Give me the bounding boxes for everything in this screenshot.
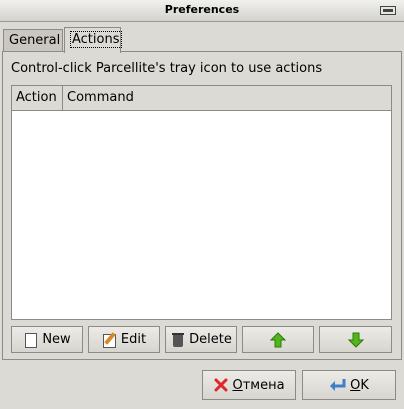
edit-icon	[102, 332, 118, 348]
red-x-icon	[214, 378, 228, 392]
delete-button-label: Delete	[189, 332, 232, 347]
actions-hint: Control-click Parcellite's tray icon to …	[11, 61, 323, 76]
up-arrow-icon	[270, 331, 286, 347]
delete-button[interactable]: Delete	[165, 326, 237, 353]
cancel-button[interactable]: Отмена	[202, 370, 296, 400]
move-up-button[interactable]	[242, 326, 314, 353]
cancel-button-label: Отмена	[232, 377, 285, 393]
edit-button-label: Edit	[120, 332, 147, 347]
column-header-action[interactable]: Action	[12, 86, 63, 110]
window-title: Preferences	[164, 3, 240, 16]
new-page-icon	[23, 332, 39, 348]
return-arrow-icon	[330, 379, 346, 391]
ok-button-label: OK	[350, 377, 369, 393]
tab-actions[interactable]: Actions	[64, 27, 122, 53]
tab-actions-label: Actions	[70, 31, 122, 48]
tab-general-label: General	[9, 33, 61, 48]
new-button-label: New	[42, 332, 71, 347]
ok-button[interactable]: OK	[302, 370, 396, 400]
move-down-button[interactable]	[319, 326, 392, 353]
trash-icon	[170, 332, 186, 348]
new-button[interactable]: New	[11, 326, 83, 353]
edit-button[interactable]: Edit	[88, 326, 160, 353]
tab-general[interactable]: General	[3, 29, 63, 52]
minimize-icon[interactable]	[380, 6, 396, 15]
actions-table[interactable]: Action Command	[11, 85, 392, 320]
column-header-command[interactable]: Command	[63, 86, 391, 110]
table-header: Action Command	[12, 86, 391, 111]
down-arrow-icon	[347, 332, 364, 348]
window-titlebar[interactable]: Preferences	[0, 0, 404, 22]
